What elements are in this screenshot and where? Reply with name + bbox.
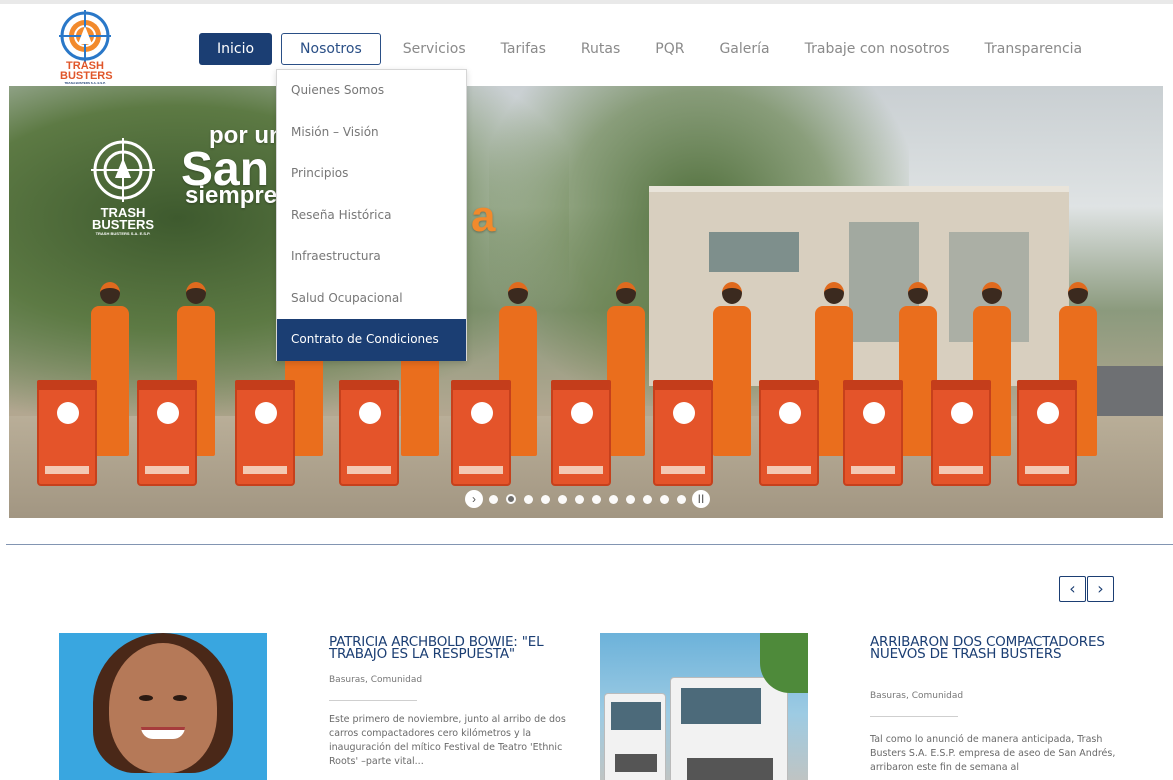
dropdown-item-quienes-somos[interactable]: Quienes Somos [277, 70, 466, 112]
news-excerpt-2: Tal como lo anunció de manera anticipada… [870, 734, 1116, 773]
hero-cart [551, 380, 611, 486]
hero-logo-text-2: BUSTERS [91, 217, 155, 232]
nav-item-trabaje[interactable]: Trabaje con nosotros [792, 33, 963, 65]
dropdown-item-salud-ocupacional[interactable]: Salud Ocupacional [277, 278, 466, 320]
news-title-1[interactable]: PATRICIA ARCHBOLD BOWIE: "EL TRABAJO ES … [329, 635, 589, 661]
slider-dot[interactable] [592, 494, 601, 504]
slider-dot[interactable] [677, 494, 686, 504]
slider-dot[interactable] [643, 494, 652, 504]
dropdown-item-resena-historica[interactable]: Reseña Histórica [277, 195, 466, 237]
pause-icon[interactable]: II [692, 490, 710, 508]
hero-cart [653, 380, 713, 486]
hero-cart [1017, 380, 1077, 486]
dropdown-item-mision-vision[interactable]: Misión – Visión [277, 112, 466, 154]
news-excerpt-1: Este primero de noviembre, junto al arri… [329, 714, 566, 767]
hero-slider[interactable]: TRASH BUSTERS TRASH BUSTERS S.A. E.S.P. … [9, 86, 1163, 518]
site-header: TRASH BUSTERS TRASH BUSTERS S.A. E.S.P. … [0, 0, 1173, 86]
news-rule-1 [329, 700, 417, 701]
brand-logo[interactable]: TRASH BUSTERS TRASH BUSTERS S.A. E.S.P. [56, 10, 114, 88]
chevron-left-icon[interactable]: ‹ [1059, 576, 1086, 602]
nav-item-transparencia[interactable]: Transparencia [972, 33, 1096, 65]
logo-text-busters: BUSTERS [60, 70, 113, 82]
news-title-2[interactable]: ARRIBARON DOS COMPACTADORES NUEVOS DE TR… [870, 635, 1120, 661]
slider-dots [489, 494, 694, 504]
news-image-2[interactable] [600, 633, 808, 780]
slogan-line-3: siempre [185, 182, 278, 209]
hero-cart [235, 380, 295, 486]
slider-dot[interactable] [558, 494, 567, 504]
hero-cart [339, 380, 399, 486]
slider-dot[interactable] [609, 494, 618, 504]
main-nav: Inicio Nosotros Servicios Tarifas Rutas … [199, 33, 1104, 65]
slider-dot[interactable] [541, 494, 550, 504]
nav-item-servicios[interactable]: Servicios [390, 33, 479, 65]
nav-item-rutas[interactable]: Rutas [568, 33, 633, 65]
slider-dot[interactable] [660, 494, 669, 504]
hero-cart [37, 380, 97, 486]
play-next-icon[interactable]: › [465, 490, 483, 508]
news-carousel-arrows: ‹ › [1059, 576, 1115, 602]
hero-worker [607, 282, 645, 456]
news-categories-1[interactable]: Basuras, Comunidad [329, 675, 422, 685]
logo-subtext: TRASH BUSTERS S.A. E.S.P. [64, 81, 106, 85]
news-image-1[interactable] [59, 633, 267, 780]
hero-worker [713, 282, 751, 456]
section-divider [6, 544, 1173, 545]
nav-item-nosotros[interactable]: Nosotros [281, 33, 381, 65]
slider-dot[interactable] [489, 494, 498, 504]
hero-cart [843, 380, 903, 486]
slogan-line-4: a [471, 192, 496, 241]
nav-item-inicio[interactable]: Inicio [199, 33, 273, 65]
hero-cart [137, 380, 197, 486]
hero-cart [451, 380, 511, 486]
hero-cart [759, 380, 819, 486]
hero-cart [931, 380, 991, 486]
dropdown-item-infraestructura[interactable]: Infraestructura [277, 236, 466, 278]
chevron-right-icon[interactable]: › [1087, 576, 1114, 602]
slider-controls: › II [465, 490, 716, 508]
nosotros-dropdown: Quienes Somos Misión – Visión Principios… [276, 69, 467, 361]
slider-dot[interactable] [626, 494, 635, 504]
hero-logo: TRASH BUSTERS TRASH BUSTERS S.A. E.S.P. [87, 138, 159, 236]
news-categories-2[interactable]: Basuras, Comunidad [870, 691, 963, 701]
nav-item-tarifas[interactable]: Tarifas [488, 33, 559, 65]
hero-logo-sub: TRASH BUSTERS S.A. E.S.P. [95, 231, 151, 236]
dropdown-item-contrato-condiciones[interactable]: Contrato de Condiciones [277, 319, 466, 361]
nav-item-pqr[interactable]: PQR [642, 33, 697, 65]
dropdown-item-principios[interactable]: Principios [277, 153, 466, 195]
slider-dot[interactable] [506, 494, 516, 504]
slider-dot[interactable] [524, 494, 533, 504]
target-logo-icon [91, 138, 155, 202]
nav-item-galeria[interactable]: Galería [706, 33, 782, 65]
slider-dot[interactable] [575, 494, 584, 504]
news-rule-2 [870, 716, 958, 717]
